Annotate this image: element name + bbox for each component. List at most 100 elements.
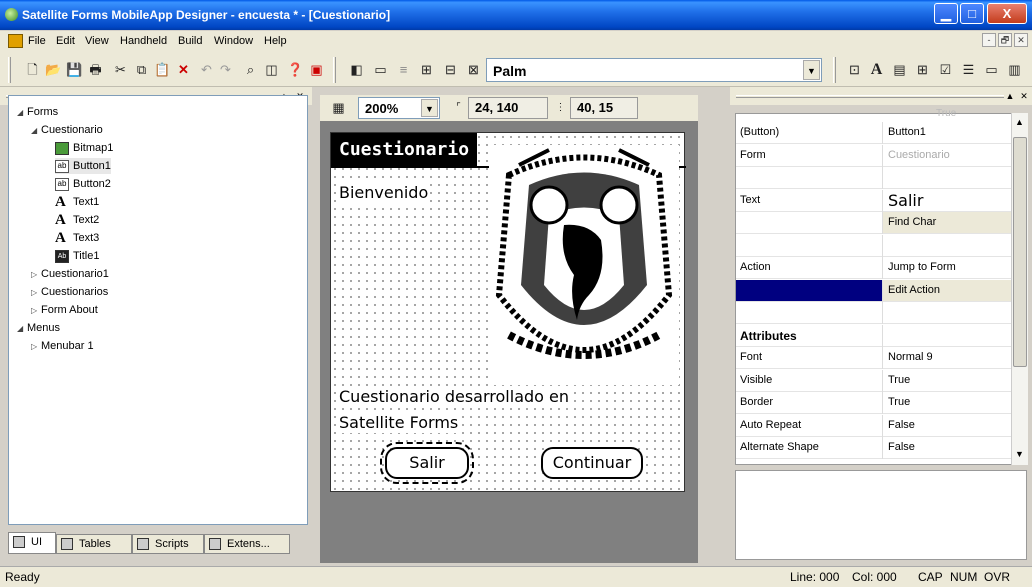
tree-item-forms[interactable]: ◢ Forms bbox=[17, 104, 361, 249]
align-icon[interactable]: ≡ bbox=[395, 61, 412, 78]
document-icon[interactable] bbox=[8, 34, 23, 48]
scroll-thumb[interactable] bbox=[1013, 137, 1027, 367]
form-icon[interactable]: ▭ bbox=[372, 61, 389, 78]
mdi-restore-icon[interactable]: 🗗 bbox=[998, 33, 1012, 47]
mdi-minimize-icon[interactable]: - bbox=[982, 33, 996, 47]
property-row[interactable]: Attributes bbox=[736, 324, 1014, 347]
property-row[interactable]: Border True bbox=[736, 392, 1014, 414]
text1-label[interactable]: Bienvenido bbox=[339, 183, 429, 203]
pane-close-icon[interactable]: ✕ bbox=[1018, 90, 1030, 102]
print-icon[interactable]: 🖶 bbox=[87, 61, 104, 78]
property-row[interactable]: (Button) Button1 bbox=[736, 122, 1014, 144]
toolbar-grip[interactable] bbox=[833, 57, 836, 83]
property-row[interactable]: Auto Repeat False bbox=[736, 414, 1014, 437]
property-row[interactable]: Find Char bbox=[736, 212, 1014, 234]
tree-item-menus[interactable]: ◢ Menus bbox=[17, 320, 361, 465]
property-row[interactable] bbox=[736, 234, 1014, 257]
help-icon[interactable]: ❓ bbox=[287, 61, 304, 78]
tree-item-text2[interactable]: A Text2 bbox=[55, 212, 99, 228]
checkbox-icon[interactable]: ☑ bbox=[937, 61, 954, 78]
menu-window[interactable]: Window bbox=[214, 35, 253, 47]
tree-item-text3[interactable]: A Text3 bbox=[55, 230, 99, 246]
property-scrollbar[interactable]: ▲ ▼ bbox=[1011, 113, 1028, 465]
dropdown-icon[interactable]: ▥ bbox=[1006, 61, 1023, 78]
property-row[interactable]: Text Salir bbox=[736, 189, 1014, 212]
binoculars-icon[interactable]: ◫ bbox=[263, 61, 280, 78]
palm-form[interactable]: Cuestionario Bienvenido Cuestionario des… bbox=[330, 132, 686, 492]
grid-toggle-icon[interactable]: ▦ bbox=[330, 99, 347, 116]
tree-item-form-about[interactable]: ▷ Form About bbox=[31, 302, 375, 447]
calendar-icon[interactable]: ▣ bbox=[308, 61, 325, 78]
property-value[interactable]: Salir bbox=[888, 191, 923, 210]
save-icon[interactable]: 💾 bbox=[66, 61, 83, 78]
salir-button[interactable]: Salir bbox=[380, 442, 474, 484]
tree-item-text1[interactable]: A Text1 bbox=[55, 194, 99, 210]
scroll-up-icon[interactable]: ▲ bbox=[1015, 117, 1024, 127]
button-icon[interactable]: ▭ bbox=[983, 61, 1000, 78]
find-icon[interactable]: ⌕ bbox=[242, 61, 259, 78]
property-row[interactable]: Alternate Shape False bbox=[736, 437, 1014, 459]
property-value[interactable]: Jump to Form bbox=[888, 261, 956, 273]
property-value[interactable]: True bbox=[888, 396, 910, 408]
text2-label[interactable]: Cuestionario desarrollado en bbox=[339, 387, 570, 407]
toolbar-grip[interactable] bbox=[333, 57, 336, 83]
new-icon[interactable]: 🗋 bbox=[24, 61, 41, 78]
chevron-down-icon[interactable]: ▼ bbox=[421, 99, 438, 117]
property-row[interactable]: Form Cuestionario bbox=[736, 144, 1014, 167]
property-value[interactable]: False bbox=[888, 419, 915, 431]
pane-arrow-icon[interactable]: ▲ bbox=[1004, 90, 1016, 102]
tree-item-bitmap1[interactable]: Bitmap1 bbox=[55, 140, 113, 156]
menu-help[interactable]: Help bbox=[264, 35, 287, 47]
property-row[interactable]: Action Jump to Form bbox=[736, 257, 1014, 279]
platform-select[interactable]: Palm ▼ bbox=[486, 58, 822, 82]
menu-file[interactable]: File bbox=[28, 35, 46, 47]
maximize-button[interactable]: □ bbox=[960, 3, 984, 24]
zoom-select[interactable]: 200% ▼ bbox=[358, 97, 440, 119]
tree-item-cuestionario[interactable]: ◢ Cuestionario bbox=[31, 122, 375, 267]
property-row[interactable] bbox=[736, 167, 1014, 189]
property-value[interactable]: Normal 9 bbox=[888, 351, 933, 363]
property-value[interactable]: True bbox=[888, 374, 910, 386]
mdi-close-icon[interactable]: ✕ bbox=[1014, 33, 1028, 47]
tree-item-title1[interactable]: Ab Title1 bbox=[55, 248, 100, 264]
grid-icon[interactable]: ⊠ bbox=[465, 61, 482, 78]
menu-build[interactable]: Build bbox=[178, 35, 202, 47]
paste-field-icon[interactable]: ⊞ bbox=[914, 61, 931, 78]
chevron-down-icon[interactable]: ▼ bbox=[803, 60, 820, 80]
tree-item-cuestionarios[interactable]: ▷ Cuestionarios bbox=[31, 284, 375, 429]
property-row[interactable]: Font Normal 9 bbox=[736, 347, 1014, 369]
tree-item-menubar1[interactable]: ▷ Menubar 1 bbox=[31, 338, 375, 483]
property-row[interactable] bbox=[736, 302, 1014, 324]
cut-icon[interactable]: ✂ bbox=[112, 61, 129, 78]
text-icon[interactable]: A bbox=[868, 61, 885, 78]
tab-scripts[interactable]: Scripts bbox=[132, 534, 204, 554]
form-title[interactable]: Cuestionario bbox=[331, 133, 478, 167]
delete-icon[interactable]: ✕ bbox=[175, 61, 192, 78]
minimize-button[interactable]: ▁ bbox=[934, 3, 958, 24]
redo-icon[interactable]: ↷ bbox=[217, 61, 234, 78]
toolbar-grip[interactable] bbox=[8, 57, 11, 83]
property-action-button[interactable]: Find Char bbox=[883, 212, 1014, 233]
tab-ui[interactable]: UI bbox=[8, 532, 56, 554]
field-icon[interactable]: ▤ bbox=[891, 61, 908, 78]
menu-view[interactable]: View bbox=[85, 35, 109, 47]
property-row[interactable]: Edit Action bbox=[736, 279, 1014, 302]
continuar-button[interactable]: Continuar bbox=[541, 447, 643, 479]
property-value[interactable]: Button1 bbox=[888, 126, 926, 138]
tree-item-cuestionario1[interactable]: ▷ Cuestionario1 bbox=[31, 266, 375, 411]
property-row[interactable]: Visible True bbox=[736, 369, 1014, 392]
label-icon[interactable]: ⊡ bbox=[846, 61, 863, 78]
tree-item-button2[interactable]: ab Button2 bbox=[55, 176, 111, 192]
tables-icon[interactable]: ⊟ bbox=[442, 61, 459, 78]
open-icon[interactable]: 📂 bbox=[45, 61, 62, 78]
scroll-down-icon[interactable]: ▼ bbox=[1015, 449, 1024, 459]
paste-icon[interactable]: 📋 bbox=[154, 61, 171, 78]
close-button[interactable]: X bbox=[987, 3, 1027, 24]
tab-tables[interactable]: Tables bbox=[56, 534, 132, 554]
chart-icon[interactable]: ⊞ bbox=[418, 61, 435, 78]
wizard-icon[interactable]: ◧ bbox=[348, 61, 365, 78]
undo-icon[interactable]: ↶ bbox=[198, 61, 215, 78]
unam-seal-bitmap[interactable] bbox=[489, 145, 679, 385]
tab-extensions[interactable]: Extens... bbox=[204, 534, 290, 554]
property-action-button[interactable]: Edit Action bbox=[883, 279, 1014, 301]
